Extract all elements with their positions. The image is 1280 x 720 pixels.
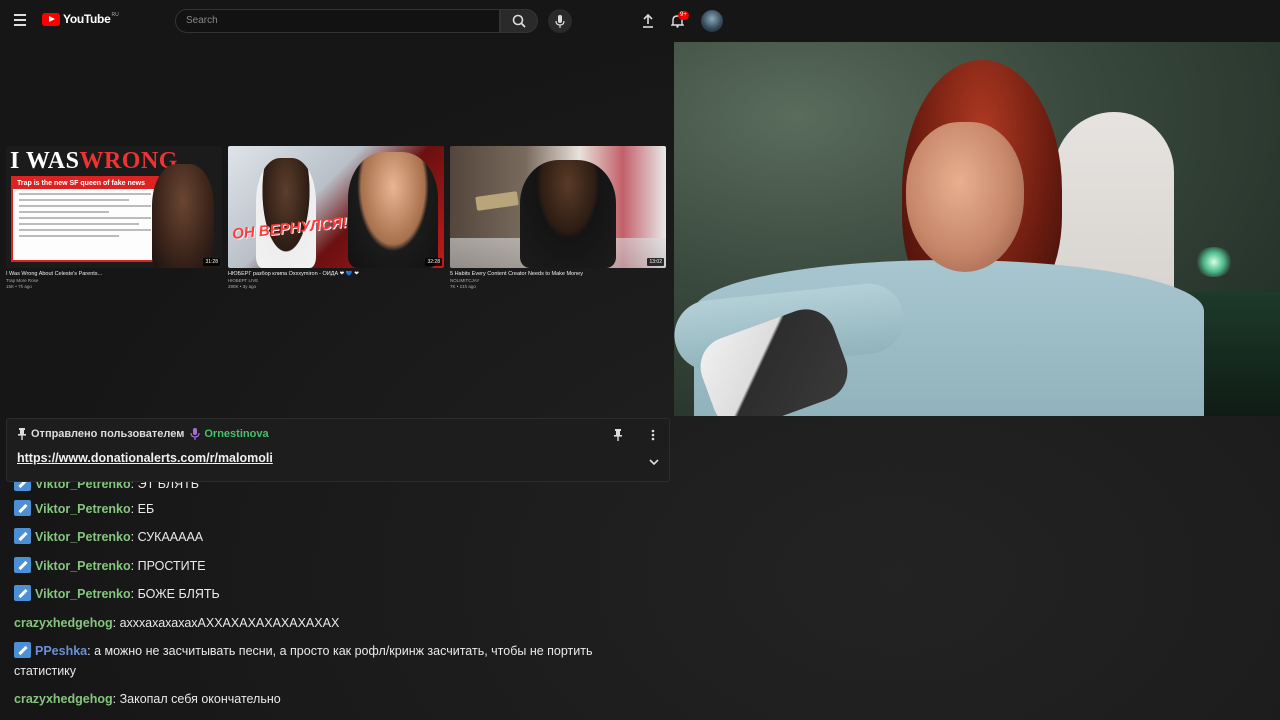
chat-text: ПРОСТИТЕ [137, 559, 206, 573]
logo-country: RU [111, 12, 119, 18]
chat-username[interactable]: Viktor_Petrenko [35, 559, 131, 573]
search-input[interactable]: Search [175, 9, 500, 33]
chat-text: Закопал себя окончательно [119, 692, 281, 706]
pinned-prefix: Отправлено пользователем [31, 428, 185, 440]
chat-text: ахххахахахахАХХАХАХАХАХАХАХАХ [119, 616, 340, 630]
thumb-person [348, 152, 438, 268]
unpin-button[interactable] [610, 427, 626, 443]
video-card[interactable]: ОН ВЕРНУЛСЯ! 32:28 НЮБЕРГ разбор клипа O… [228, 146, 444, 289]
chat-text: ЭТ БЛЯТЬ [137, 482, 199, 491]
moderator-badge-icon [14, 500, 31, 516]
thumb-document: Trap is the new SF queen of fake news [11, 176, 159, 262]
chat-username[interactable]: Viktor_Petrenko [35, 502, 131, 516]
video-duration: 32:28 [425, 258, 442, 266]
video-title[interactable]: НЮБЕРГ разбор клипа Oxxxymiron - ОЙДА ❤ … [228, 271, 444, 277]
pin-icon [614, 429, 622, 441]
chat-text: а можно не засчитывать песни, а просто к… [14, 644, 593, 678]
webcam-feed [674, 42, 1280, 416]
video-duration: 13:02 [647, 258, 664, 266]
logo-text: YouTube [63, 12, 111, 26]
chat-message: Viktor_Petrenko: ПРОСТИТЕ [14, 556, 654, 576]
upload-button[interactable] [639, 12, 657, 30]
video-thumbnail[interactable]: I WASWRONG Trap is the new SF queen of f… [6, 146, 222, 268]
thumb-person [152, 164, 214, 268]
video-channel[interactable]: Trap More Rose [6, 278, 222, 283]
pin-icon [18, 428, 26, 440]
video-grid: I WASWRONG Trap is the new SF queen of f… [6, 146, 668, 296]
search-icon [512, 14, 526, 28]
thumb-person [256, 158, 316, 268]
youtube-header: YouTube RU Search 9+ [0, 0, 1280, 42]
chevron-down-icon[interactable] [649, 457, 659, 467]
avatar[interactable] [701, 10, 723, 32]
pinned-message: Отправлено пользователем Ornestinova htt… [6, 418, 670, 482]
chat-message: crazyxhedgehog: Закопал себя окончательн… [14, 692, 281, 706]
video-channel[interactable]: НЮБЕРГ LIVE [228, 278, 444, 283]
microphone-icon [555, 14, 565, 28]
moderator-badge-icon [14, 557, 31, 573]
screen: YouTube RU Search 9+ I WASWRONG Trap is … [0, 0, 1280, 720]
microphone-badge-icon [190, 428, 200, 440]
video-title[interactable]: 5 Habits Every Content Creator Needs to … [450, 271, 666, 277]
chat-message: crazyxhedgehog: ахххахахахахАХХАХАХАХАХА… [14, 616, 340, 630]
chat-text: ЕБ [137, 502, 155, 516]
thumb-headline: I WASWRONG [10, 148, 178, 174]
pinned-username[interactable]: Ornestinova [204, 428, 268, 440]
chat-list: Viktor_Petrenko: ЭТ БЛЯТЬ Viktor_Petrenk… [14, 482, 664, 720]
video-card[interactable]: I WASWRONG Trap is the new SF queen of f… [6, 146, 222, 289]
video-duration: 31:28 [203, 258, 220, 266]
chat-message: Viktor_Petrenko: ЕБ [14, 499, 654, 519]
chat-username[interactable]: Viktor_Petrenko [35, 482, 131, 491]
youtube-logo[interactable]: YouTube RU [42, 12, 119, 26]
video-channel[interactable]: NOLIMITCJAY [450, 278, 666, 283]
chat-username[interactable]: crazyxhedgehog [14, 692, 113, 706]
moderator-badge-icon [14, 482, 31, 491]
thumb-person [520, 160, 616, 268]
video-thumbnail[interactable]: 13:02 [450, 146, 666, 268]
chat-message: Viktor_Petrenko: БОЖЕ БЛЯТЬ [14, 584, 654, 604]
video-title[interactable]: I Was Wrong About Celeste's Parents... [6, 271, 222, 277]
video-meta: 15K • 7h ago [6, 284, 32, 289]
chat-message: Viktor_Petrenko: ЭТ БЛЯТЬ [14, 482, 654, 494]
video-meta: 280K • 3y ago [228, 284, 257, 289]
voice-search-button[interactable] [548, 9, 572, 33]
moderator-badge-icon [14, 585, 31, 601]
youtube-play-icon [42, 12, 60, 26]
more-options-button[interactable] [645, 427, 661, 443]
pinned-header: Отправлено пользователем Ornestinova [17, 428, 269, 440]
pinned-link[interactable]: https://www.donationalerts.com/r/malomol… [17, 451, 273, 465]
chat-message: Viktor_Petrenko: СУКААААА [14, 527, 654, 547]
video-thumbnail[interactable]: ОН ВЕРНУЛСЯ! 32:28 [228, 146, 444, 268]
thumb-doc-header: Trap is the new SF queen of fake news [13, 178, 157, 189]
chat-message: PPeshka: а можно не засчитывать песни, а… [14, 642, 593, 678]
video-meta: 7K • 21h ago [450, 284, 476, 289]
chat-text: БОЖЕ БЛЯТЬ [137, 587, 220, 601]
search-button[interactable] [500, 9, 538, 33]
moderator-badge-icon [14, 528, 31, 544]
upload-icon [643, 14, 653, 28]
chat-text: СУКААААА [137, 530, 204, 544]
chat-username[interactable]: crazyxhedgehog [14, 616, 113, 630]
thumb-money [475, 191, 519, 211]
moderator-badge-icon [14, 642, 31, 658]
chat-username[interactable]: PPeshka [35, 644, 87, 658]
chat-username[interactable]: Viktor_Petrenko [35, 530, 131, 544]
video-card[interactable]: 13:02 5 Habits Every Content Creator Nee… [450, 146, 666, 289]
kebab-menu-icon [651, 429, 655, 441]
notification-badge: 9+ [678, 11, 689, 20]
menu-icon[interactable] [14, 14, 26, 26]
chat-username[interactable]: Viktor_Petrenko [35, 587, 131, 601]
